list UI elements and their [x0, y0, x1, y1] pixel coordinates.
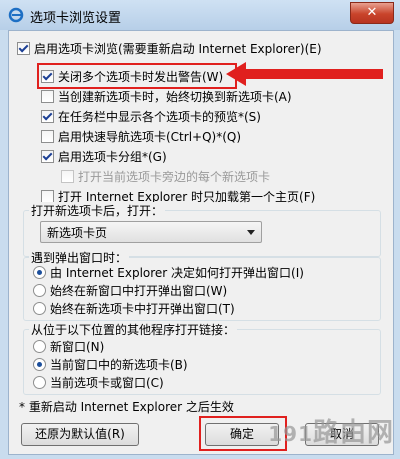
newtab-group-label: 打开新选项卡后，打开：	[29, 202, 166, 219]
switch-new-tab-label: 当创建新选项卡时，始终切换到新选项卡(A)	[58, 89, 292, 104]
popup-new-window-option[interactable]: 始终在新窗口中打开弹出窗口(W)	[33, 281, 227, 299]
tab-groups-label: 启用选项卡分组*(G)	[58, 149, 167, 164]
ie-icon	[8, 7, 24, 23]
watermark-text: 路由网	[312, 418, 394, 448]
watermark-logo: 191路由网	[268, 412, 394, 449]
popup-new-tab-label: 始终在新选项卡中打开弹出窗口(T)	[50, 301, 235, 316]
restore-defaults-button[interactable]: 还原为默认值(R)	[21, 423, 139, 446]
close-button[interactable]: ✕	[350, 2, 394, 24]
highlight-box-warning	[37, 63, 237, 89]
links-new-tab-label: 当前窗口中的新选项卡(B)	[50, 357, 188, 372]
links-current-radio[interactable]	[33, 375, 46, 389]
enable-tabbed-option[interactable]: 启用选项卡浏览(需要重新启动 Internet Explorer)(E)	[17, 39, 322, 57]
enable-tabbed-checkbox[interactable]	[17, 41, 30, 55]
popup-new-window-radio[interactable]	[33, 283, 46, 297]
dialog-body: 启用选项卡浏览(需要重新启动 Internet Explorer)(E) 关闭多…	[8, 30, 394, 455]
links-current-label: 当前选项卡或窗口(C)	[50, 375, 164, 390]
taskbar-preview-checkbox[interactable]	[41, 109, 54, 123]
links-new-tab-radio[interactable]	[33, 357, 46, 371]
open-next-checkbox	[61, 169, 74, 183]
links-group-label: 从位于以下位置的其他程序打开链接：	[29, 321, 238, 338]
quick-tabs-label: 启用快速导航选项卡(Ctrl+Q)*(Q)	[58, 129, 242, 144]
popup-new-tab-option[interactable]: 始终在新选项卡中打开弹出窗口(T)	[33, 299, 235, 317]
taskbar-preview-option[interactable]: 在任务栏中显示各个选项卡的预览*(S)	[41, 107, 261, 125]
links-new-window-radio[interactable]	[33, 339, 46, 353]
quick-tabs-checkbox[interactable]	[41, 129, 54, 143]
popup-new-window-label: 始终在新窗口中打开弹出窗口(W)	[50, 283, 228, 298]
popup-new-tab-radio[interactable]	[33, 301, 46, 315]
newtab-dropdown-value: 新选项卡页	[47, 226, 108, 240]
tab-groups-option[interactable]: 启用选项卡分组*(G)	[41, 147, 167, 165]
first-homepage-checkbox[interactable]	[41, 189, 54, 203]
links-new-tab-option[interactable]: 当前窗口中的新选项卡(B)	[33, 355, 188, 373]
open-next-option: 打开当前选项卡旁边的每个新选项卡	[61, 167, 270, 185]
popup-ie-decide-radio[interactable]	[33, 265, 46, 279]
newtab-dropdown[interactable]: 新选项卡页	[40, 221, 262, 243]
tab-groups-checkbox[interactable]	[41, 149, 54, 163]
links-new-window-option[interactable]: 新窗口(N)	[33, 337, 104, 355]
open-next-label: 打开当前选项卡旁边的每个新选项卡	[78, 169, 271, 184]
restart-note: * 重新启动 Internet Explorer 之后生效	[19, 400, 234, 414]
title-bar: 选项卡浏览设置 ✕	[0, 0, 400, 30]
switch-new-tab-option[interactable]: 当创建新选项卡时，始终切换到新选项卡(A)	[41, 87, 292, 105]
red-arrow-shaft	[243, 69, 383, 79]
taskbar-preview-label: 在任务栏中显示各个选项卡的预览*(S)	[58, 109, 261, 124]
links-new-window-label: 新窗口(N)	[50, 339, 105, 354]
red-arrow-icon	[226, 62, 246, 86]
popup-ie-decide-option[interactable]: 由 Internet Explorer 决定如何打开弹出窗口(I)	[33, 263, 304, 281]
enable-tabbed-label: 启用选项卡浏览(需要重新启动 Internet Explorer)(E)	[34, 41, 322, 56]
popup-ie-decide-label: 由 Internet Explorer 决定如何打开弹出窗口(I)	[50, 265, 304, 280]
links-current-option[interactable]: 当前选项卡或窗口(C)	[33, 373, 164, 391]
chevron-down-icon	[247, 230, 255, 235]
switch-new-tab-checkbox[interactable]	[41, 89, 54, 103]
window-title: 选项卡浏览设置	[30, 11, 122, 26]
watermark-number: 191	[268, 422, 313, 446]
quick-tabs-option[interactable]: 启用快速导航选项卡(Ctrl+Q)*(Q)	[41, 127, 241, 145]
